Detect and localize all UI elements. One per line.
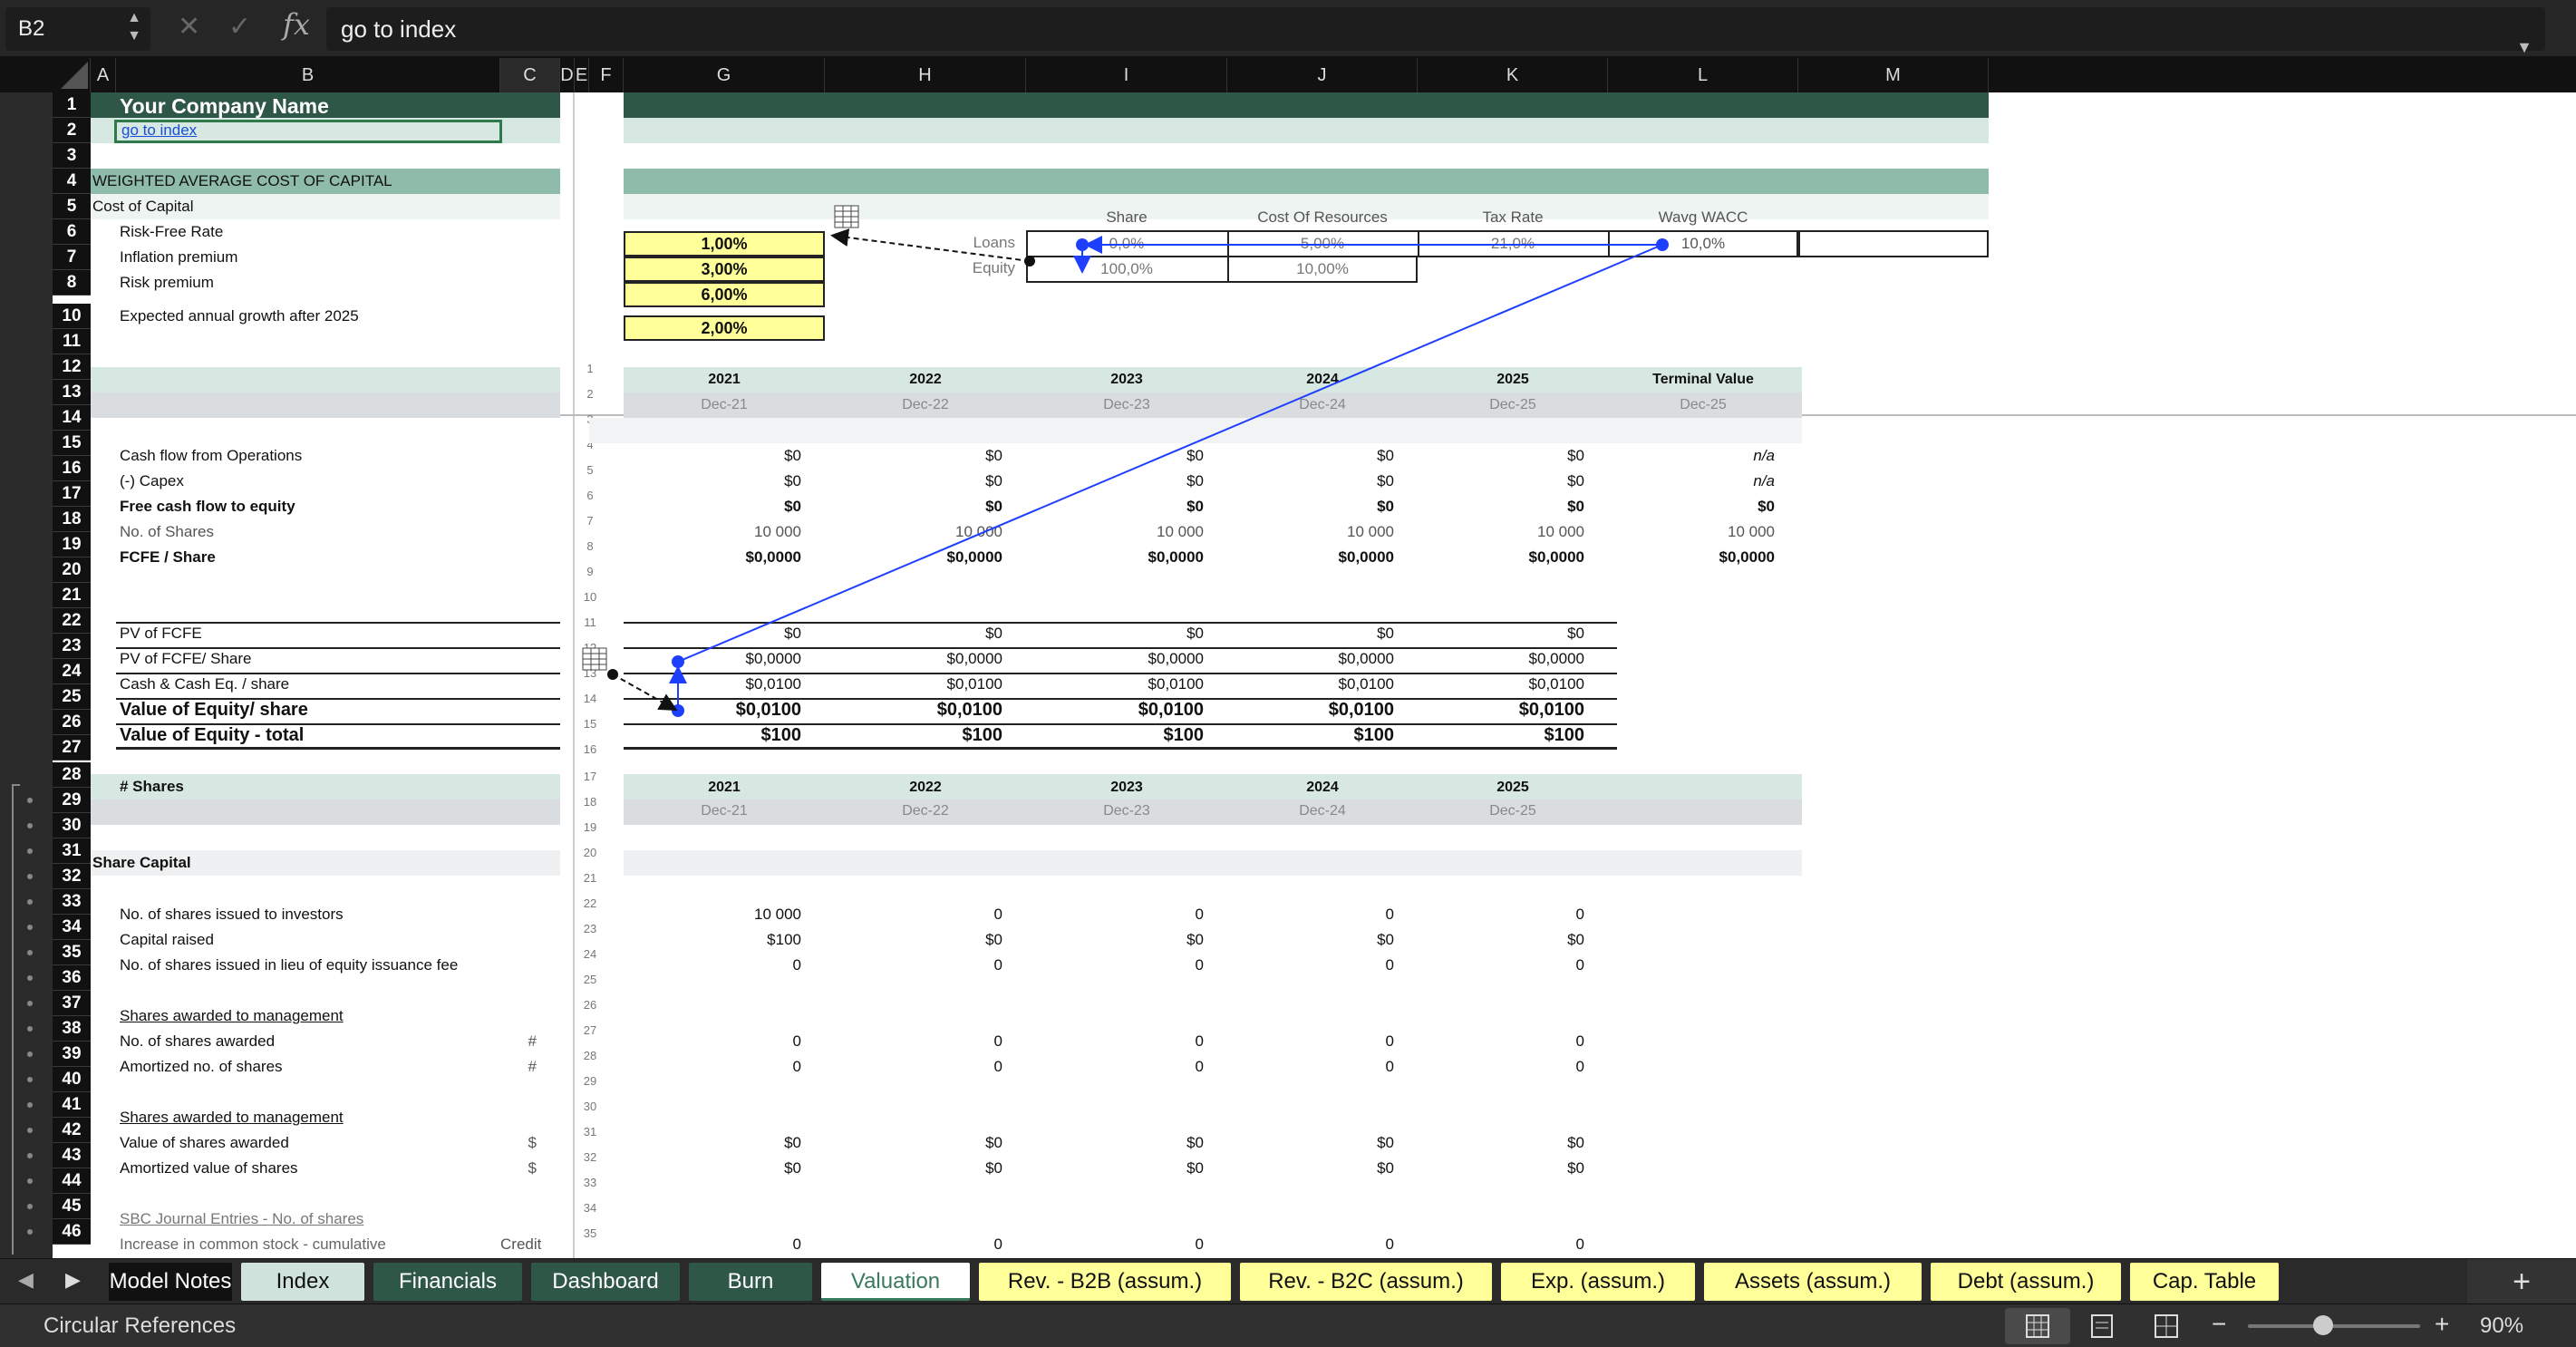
zoom-slider-thumb[interactable] bbox=[2313, 1315, 2333, 1335]
confirm-icon[interactable]: ✓ bbox=[228, 11, 251, 43]
next-sheet-icon[interactable]: ▶ bbox=[65, 1268, 81, 1292]
column-header-a[interactable]: A bbox=[91, 58, 116, 92]
cancel-icon[interactable]: ✕ bbox=[178, 11, 200, 43]
zoom-level[interactable]: 90% bbox=[2480, 1313, 2523, 1339]
zoom-out-button[interactable]: − bbox=[2212, 1310, 2226, 1339]
trace-arrows bbox=[607, 228, 1669, 717]
name-box-stepper-icon[interactable]: ▲ ▼ bbox=[125, 9, 143, 45]
sheet-tab[interactable]: Debt (assum.) bbox=[1931, 1263, 2121, 1301]
sheet-tab[interactable]: Valuation bbox=[821, 1263, 970, 1301]
sheet-tab[interactable]: Model Notes bbox=[109, 1263, 232, 1301]
zoom-in-button[interactable]: + bbox=[2435, 1310, 2449, 1339]
sheet-tab[interactable]: Dashboard bbox=[531, 1263, 680, 1301]
column-header-j[interactable]: J bbox=[1227, 58, 1418, 92]
zoom-slider[interactable] bbox=[2248, 1324, 2420, 1328]
column-header-i[interactable]: I bbox=[1026, 58, 1227, 92]
sheet-tab[interactable]: Financials bbox=[373, 1263, 522, 1301]
column-header-m[interactable]: M bbox=[1798, 58, 1989, 92]
circular-references-status[interactable]: Circular References bbox=[44, 1313, 236, 1339]
spreadsheet-grid[interactable]: 1 2 3 4 5 6 7 8 10 11 12 13 14 15 16 17 18 19 20 21 22 23 24 25… bbox=[0, 92, 2576, 1258]
column-header-g[interactable]: G bbox=[624, 58, 825, 92]
page-layout-icon[interactable] bbox=[2085, 1312, 2121, 1341]
prev-sheet-icon[interactable]: ◀ bbox=[18, 1268, 34, 1292]
normal-view-button[interactable] bbox=[2005, 1308, 2070, 1344]
formula-input[interactable]: go to index ▼ bbox=[326, 7, 2545, 56]
cell-reference: B2 bbox=[18, 16, 45, 41]
column-header-e[interactable]: E bbox=[575, 58, 589, 92]
table-icon-2 bbox=[582, 647, 607, 671]
column-header-k[interactable]: K bbox=[1418, 58, 1608, 92]
sheet-tab[interactable]: Burn bbox=[689, 1263, 812, 1301]
formula-text: go to index bbox=[341, 15, 457, 43]
sheet-tab[interactable]: Index bbox=[241, 1263, 364, 1301]
sheet-tab[interactable]: Assets (assum.) bbox=[1704, 1263, 1922, 1301]
column-header-h[interactable]: H bbox=[825, 58, 1026, 92]
column-header-c[interactable]: C bbox=[500, 58, 560, 92]
sheet-tab[interactable]: Rev. - B2C (assum.) bbox=[1240, 1263, 1492, 1301]
column-header-f[interactable]: F bbox=[589, 58, 624, 92]
sheet-tab[interactable]: Cap. Table bbox=[2130, 1263, 2279, 1301]
page-break-icon[interactable] bbox=[2148, 1312, 2184, 1341]
status-bar: Circular References − + 90% bbox=[0, 1303, 2576, 1347]
column-header-d[interactable]: D bbox=[560, 58, 575, 92]
formula-bar: B2 ▲ ▼ ✕ ✓ fx go to index ▼ bbox=[0, 0, 2576, 58]
normal-view-icon bbox=[2026, 1314, 2049, 1338]
sheet-tab-bar: ◀ ▶ Model Notes Index Financials Dashboard B… bbox=[0, 1258, 2576, 1304]
add-sheet-button[interactable]: + bbox=[2467, 1259, 2576, 1304]
sheet-tab[interactable]: Rev. - B2B (assum.) bbox=[979, 1263, 1231, 1301]
select-all-corner[interactable] bbox=[53, 58, 91, 92]
select-all-icon bbox=[60, 62, 88, 89]
column-header-empty bbox=[1989, 58, 2576, 92]
column-header-bar: 1 2 A B C D E F G H I J K L M bbox=[0, 58, 2576, 142]
sheet-tab[interactable]: Exp. (assum.) bbox=[1501, 1263, 1695, 1301]
function-icon[interactable]: fx bbox=[283, 7, 310, 42]
column-header-b[interactable]: B bbox=[116, 58, 500, 92]
column-header-l[interactable]: L bbox=[1608, 58, 1798, 92]
